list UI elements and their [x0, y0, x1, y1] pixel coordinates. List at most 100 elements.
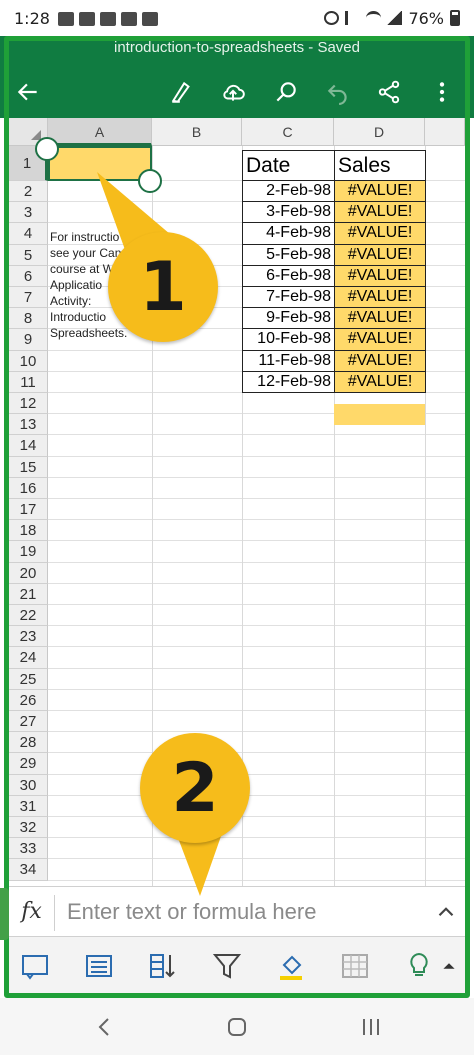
row-header[interactable]: 30 [9, 774, 48, 796]
sales-cell[interactable]: #VALUE! [334, 370, 426, 393]
row-header[interactable]: 6 [9, 265, 48, 287]
row-header[interactable]: 33 [9, 838, 48, 860]
row-header[interactable]: 5 [9, 244, 48, 266]
search-button[interactable] [268, 74, 304, 110]
row-header[interactable]: 27 [9, 711, 48, 733]
date-cell[interactable]: 2-Feb-98 [242, 179, 335, 203]
sort-button[interactable] [143, 947, 183, 985]
row-header[interactable]: 21 [9, 583, 48, 605]
row-header[interactable]: 15 [9, 456, 48, 478]
sales-cell[interactable]: #VALUE! [334, 349, 426, 372]
chevron-up-icon [443, 963, 455, 969]
row-header[interactable]: 11 [9, 371, 48, 393]
filter-button[interactable] [207, 947, 247, 985]
row-header[interactable]: 4 [9, 223, 48, 245]
sales-cell[interactable]: #VALUE! [334, 264, 426, 287]
sales-cell[interactable]: #VALUE! [334, 328, 426, 351]
cell-d12-highlight[interactable] [334, 404, 425, 425]
row-header[interactable]: 9 [9, 329, 48, 351]
insert-image-button[interactable] [335, 947, 375, 985]
fill-color-button[interactable] [271, 947, 311, 985]
video-icon [141, 12, 158, 26]
callout-1: 1 [108, 232, 218, 342]
row-header[interactable]: 8 [9, 308, 48, 330]
row-header[interactable]: 23 [9, 626, 48, 648]
chevron-up-icon [438, 907, 454, 917]
undo-icon [327, 84, 347, 105]
row-header[interactable]: 19 [9, 541, 48, 563]
row-gridline [48, 752, 465, 754]
date-cell[interactable]: 9-Feb-98 [242, 307, 335, 330]
ideas-button[interactable] [399, 947, 439, 985]
date-cell[interactable]: 3-Feb-98 [242, 201, 335, 224]
row-header[interactable]: 26 [9, 689, 48, 711]
share-button[interactable] [371, 74, 407, 110]
row-header[interactable]: 12 [9, 393, 48, 415]
sales-cell[interactable]: #VALUE! [334, 222, 426, 245]
row-header[interactable]: 3 [9, 202, 48, 224]
row-header[interactable]: 14 [9, 435, 48, 457]
row-header[interactable]: 10 [9, 350, 48, 372]
outlook-icon [120, 12, 137, 26]
card-view-button[interactable] [79, 947, 119, 985]
sales-cell[interactable]: #VALUE! [334, 285, 426, 309]
row-header[interactable]: 2 [9, 181, 48, 203]
formula-input[interactable] [67, 894, 407, 930]
date-cell[interactable]: 4-Feb-98 [242, 222, 335, 245]
date-cell[interactable]: 6-Feb-98 [242, 264, 335, 287]
row-header[interactable]: 34 [9, 859, 48, 881]
date-cell[interactable]: 7-Feb-98 [242, 285, 335, 309]
row-header[interactable]: 24 [9, 647, 48, 669]
fx-icon[interactable]: fx [9, 895, 55, 931]
row-gridline [48, 731, 465, 733]
sales-header[interactable]: Sales [334, 150, 426, 181]
expand-toolbar-button[interactable] [435, 947, 463, 985]
sales-cell[interactable]: #VALUE! [334, 307, 426, 330]
row-header[interactable]: 20 [9, 562, 48, 584]
expand-formula-button[interactable] [433, 899, 459, 925]
column-header-c[interactable]: C [242, 118, 334, 146]
date-cell[interactable]: 12-Feb-98 [242, 370, 335, 393]
draw-button[interactable] [164, 74, 200, 110]
date-cell[interactable]: 10-Feb-98 [242, 328, 335, 351]
edge-panel-handle[interactable] [0, 888, 9, 940]
sales-cell[interactable]: #VALUE! [334, 243, 426, 266]
column-header-e[interactable] [425, 118, 465, 146]
row-header[interactable]: 31 [9, 795, 48, 817]
sales-cell[interactable]: #VALUE! [334, 179, 426, 203]
undo-button[interactable] [320, 74, 356, 110]
row-header[interactable]: 13 [9, 414, 48, 436]
row-gridline [48, 773, 465, 775]
row-header[interactable]: 25 [9, 668, 48, 690]
recents-nav-icon [363, 1019, 379, 1035]
date-header[interactable]: Date [242, 150, 335, 181]
nav-home-button[interactable] [222, 1012, 252, 1042]
row-header[interactable]: 17 [9, 499, 48, 521]
row-header[interactable]: 16 [9, 477, 48, 499]
row-header[interactable]: 28 [9, 732, 48, 754]
save-to-cloud-button[interactable] [215, 74, 251, 110]
date-cell[interactable]: 11-Feb-98 [242, 349, 335, 372]
sales-cell[interactable]: #VALUE! [334, 201, 426, 224]
row-header[interactable]: 22 [9, 605, 48, 627]
home-nav-icon [228, 1018, 246, 1036]
column-header-a[interactable]: A [48, 118, 152, 146]
bottom-toolbar [9, 936, 465, 994]
more-vertical-icon [439, 82, 445, 102]
row-header[interactable]: 29 [9, 753, 48, 775]
row-header[interactable]: 7 [9, 287, 48, 309]
nav-recents-button[interactable] [356, 1012, 386, 1042]
back-button[interactable] [10, 74, 46, 110]
nav-back-button[interactable] [90, 1012, 120, 1042]
more-options-button[interactable] [424, 74, 460, 110]
selection-handle-start[interactable] [35, 137, 59, 161]
table-row: 6-Feb-98 #VALUE! [242, 264, 426, 287]
row-header[interactable]: 18 [9, 520, 48, 542]
column-header-b[interactable]: B [152, 118, 242, 146]
row-header[interactable]: 32 [9, 817, 48, 839]
column-header-d[interactable]: D [334, 118, 425, 146]
sales-table: Date Sales 2-Feb-98 #VALUE! 3-Feb-98 #VALUE… [242, 150, 426, 393]
comment-button[interactable] [15, 947, 55, 985]
document-title: introduction-to-spreadsheets - Saved [114, 39, 360, 56]
date-cell[interactable]: 5-Feb-98 [242, 243, 335, 266]
